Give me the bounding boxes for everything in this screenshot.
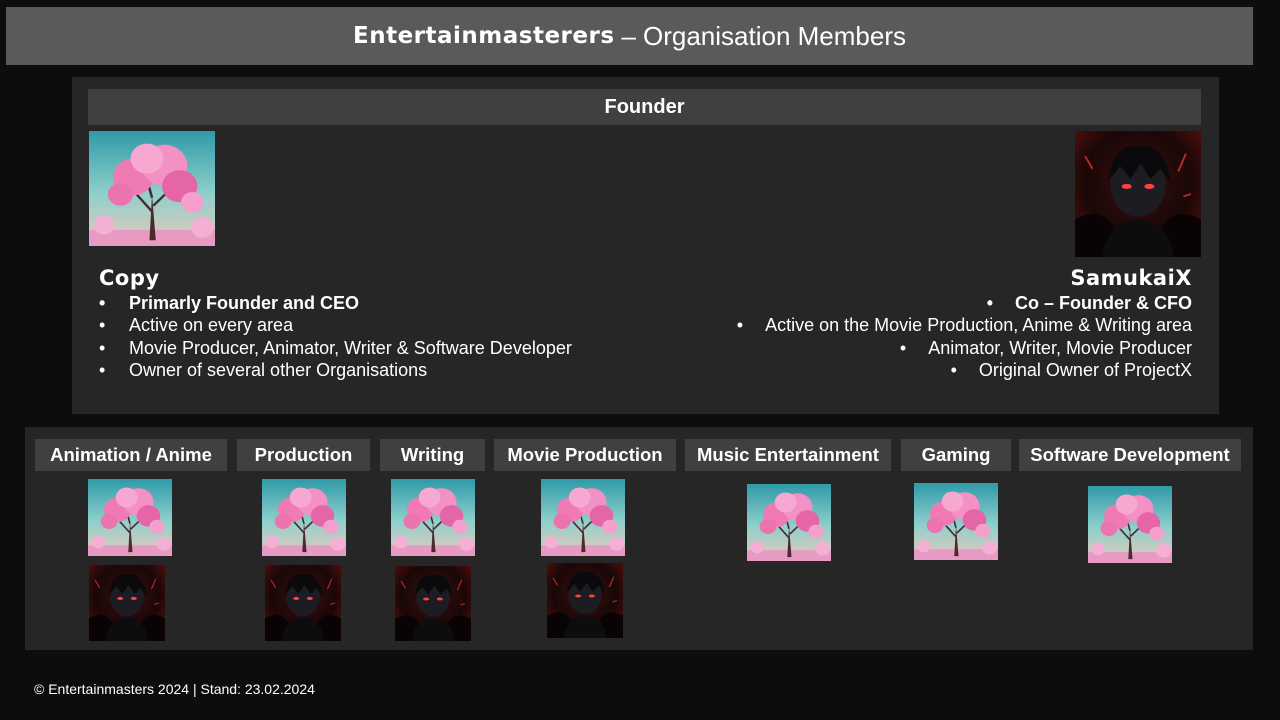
brand-name: Entertainmasterers (352, 23, 615, 49)
dept-gaming: Gaming (901, 439, 1011, 471)
member-thumb (547, 563, 623, 638)
role-list: • Co – Founder & CFO • Active on the Movie… (592, 292, 1192, 382)
cherry-blossom-tree-image (747, 484, 831, 561)
copy-avatar (89, 131, 215, 246)
bullet: • (986, 292, 993, 313)
page-title-bar: Entertainmasterers – Organisation Member… (6, 7, 1253, 65)
dept-movie-production: Movie Production (494, 439, 676, 471)
dark-anime-character-image (89, 565, 165, 641)
role-item: • Co – Founder & CFO (592, 292, 1192, 315)
dept-production: Production (237, 439, 370, 471)
member-samukaix: SamukaiX • Co – Founder & CFO • Active on … (592, 267, 1192, 382)
title-dash: – (621, 20, 636, 51)
member-thumb (89, 565, 165, 641)
role-text: Active on the Movie Production, Anime & … (765, 315, 1192, 335)
dark-anime-character-image (265, 565, 341, 641)
dark-anime-character-image (1075, 131, 1201, 257)
member-thumb (541, 479, 625, 556)
member-thumb (1088, 486, 1172, 563)
member-thumb (265, 565, 341, 641)
dark-anime-character-image (547, 563, 623, 638)
member-thumb (395, 566, 471, 641)
cherry-blossom-tree-image (541, 479, 625, 556)
departments-panel: Animation / Anime Production Writing Mov… (25, 427, 1253, 650)
member-thumb (914, 483, 998, 560)
founder-heading: Founder (88, 89, 1201, 125)
cherry-blossom-tree-image (88, 479, 172, 556)
member-thumb (391, 479, 475, 556)
cherry-blossom-tree-image (89, 131, 215, 246)
dark-anime-character-image (395, 566, 471, 641)
cherry-blossom-tree-image (914, 483, 998, 560)
role-text: Co – Founder & CFO (1015, 292, 1192, 313)
role-item: • Original Owner of ProjectX (592, 359, 1192, 382)
member-thumb (747, 484, 831, 561)
founder-panel: Founder Copy Primarly Founder and CEO Ac… (72, 77, 1219, 414)
cherry-blossom-tree-image (262, 479, 346, 556)
role-text: Original Owner of ProjectX (978, 360, 1192, 380)
role-item: • Animator, Writer, Movie Producer (592, 337, 1192, 360)
dept-software-development: Software Development (1019, 439, 1241, 471)
dept-animation-anime: Animation / Anime (35, 439, 227, 471)
dept-music-entertainment: Music Entertainment (685, 439, 891, 471)
bullet: • (736, 315, 744, 335)
dept-writing: Writing (380, 439, 485, 471)
role-text: Animator, Writer, Movie Producer (928, 337, 1192, 358)
cherry-blossom-tree-image (391, 479, 475, 556)
cherry-blossom-tree-image (1088, 486, 1172, 563)
member-thumb (88, 479, 172, 556)
role-item: • Active on the Movie Production, Anime &… (592, 314, 1192, 337)
member-name: SamukaiX (1070, 266, 1192, 290)
samukaix-avatar (1075, 131, 1201, 257)
bullet: • (950, 360, 957, 380)
footer-text: © Entertainmasters 2024 | Stand: 23.02.2… (34, 681, 315, 697)
member-thumb (262, 479, 346, 556)
bullet: • (899, 337, 907, 358)
page-title: Organisation Members (643, 20, 906, 51)
